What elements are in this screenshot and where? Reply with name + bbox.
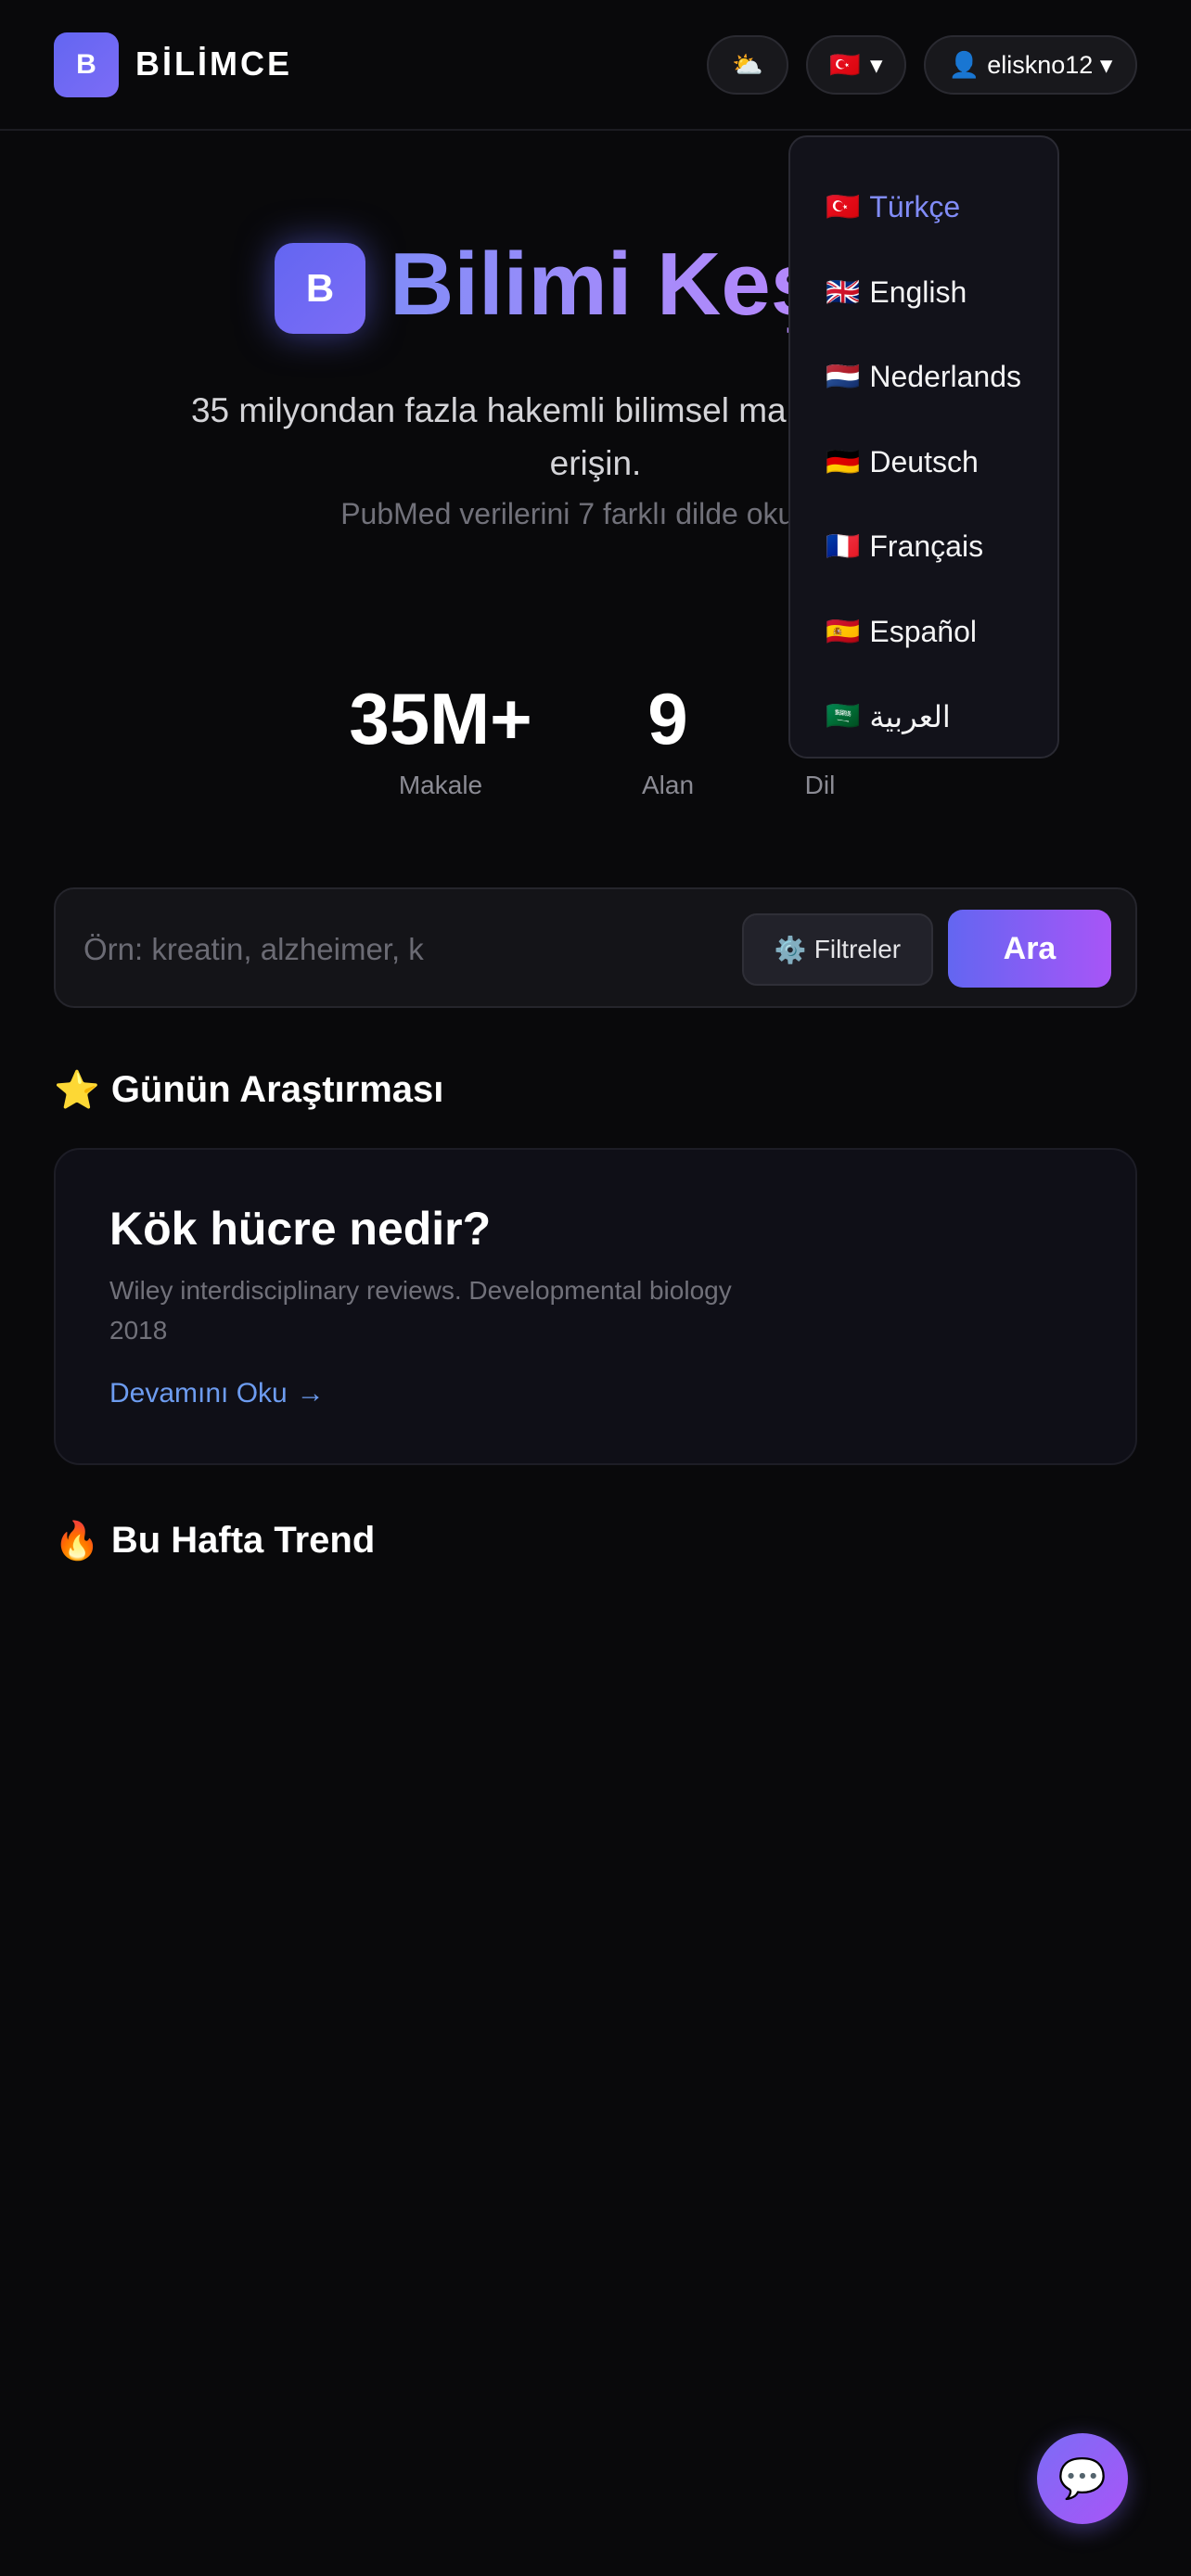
- france-flag-icon: 🇫🇷: [826, 531, 861, 563]
- language-label: Español: [869, 614, 977, 648]
- weather-icon: ⛅: [732, 51, 763, 79]
- turkey-flag-icon: 🇹🇷: [826, 192, 861, 223]
- language-option-es[interactable]: 🇪🇸 Español: [790, 590, 1057, 675]
- search-bar: ⚙️ Filtreler Ara: [54, 887, 1137, 1008]
- article-meta: Wiley interdisciplinary reviews. Develop…: [109, 1270, 814, 1350]
- language-dropdown: 🇹🇷 Türkçe 🇬🇧 English 🇳🇱 Nederlands 🇩🇪 De…: [788, 135, 1059, 759]
- language-label: Türkçe: [869, 190, 961, 224]
- stat-label: Dil: [804, 771, 836, 799]
- language-option-fr[interactable]: 🇫🇷 Français: [790, 504, 1057, 590]
- netherlands-flag-icon: 🇳🇱: [826, 362, 861, 393]
- language-option-en[interactable]: 🇬🇧 English: [790, 250, 1057, 336]
- uk-flag-icon: 🇬🇧: [826, 276, 861, 308]
- page: B BİLİMCE ⛅ 🇹🇷 ▾ 👤 eliskno12 ▾ B Bilimi …: [0, 0, 1191, 2576]
- stat-value: 9: [647, 678, 688, 759]
- search-input[interactable]: [83, 917, 770, 982]
- filters-button[interactable]: ⚙️ Filtreler: [742, 913, 933, 986]
- stat-value: 35M+: [349, 678, 532, 759]
- logo-icon[interactable]: B: [54, 32, 119, 97]
- theme-toggle-button[interactable]: ⛅: [707, 35, 788, 95]
- trending-label: Bu Hafta Trend: [110, 1520, 376, 1561]
- daily-research-label: Günün Araştırması: [110, 1069, 444, 1110]
- daily-research-card[interactable]: Kök hücre nedir? Wiley interdisciplinary…: [54, 1148, 1137, 1465]
- language-selector-button[interactable]: 🇹🇷 ▾: [806, 35, 906, 95]
- filters-label: Filtreler: [813, 935, 902, 963]
- article-title: Kök hücre nedir?: [109, 1203, 492, 1255]
- language-option-tr[interactable]: 🇹🇷 Türkçe: [790, 165, 1057, 250]
- brand-name[interactable]: BİLİMCE: [135, 45, 292, 83]
- search-button[interactable]: Ara: [948, 910, 1111, 988]
- saudi-flag-icon: 🇸🇦: [826, 701, 861, 733]
- hero-logo-icon: B: [275, 243, 365, 334]
- turkey-flag-icon: 🇹🇷: [829, 51, 862, 79]
- article-journal: Wiley interdisciplinary reviews. Develop…: [109, 1276, 732, 1305]
- gear-icon: ⚙️: [774, 935, 807, 964]
- arrow-right-icon: →: [296, 1378, 325, 1409]
- language-option-de[interactable]: 🇩🇪 Deutsch: [790, 420, 1057, 505]
- language-label: العربية: [869, 699, 951, 733]
- user-menu-button[interactable]: 👤 eliskno12 ▾: [924, 35, 1137, 95]
- top-header: B BİLİMCE ⛅ 🇹🇷 ▾ 👤 eliskno12 ▾: [0, 0, 1191, 131]
- trending-heading: 🔥 Bu Hafta Trend: [54, 1519, 375, 1562]
- language-label: English: [869, 274, 967, 309]
- language-label: Nederlands: [869, 360, 1022, 394]
- stat-label: Makale: [398, 771, 483, 799]
- language-option-ar[interactable]: 🇸🇦 العربية: [790, 674, 1057, 759]
- star-icon: ⭐: [54, 1070, 100, 1111]
- daily-research-heading: ⭐ Günün Araştırması: [54, 1068, 443, 1112]
- germany-flag-icon: 🇩🇪: [826, 446, 861, 478]
- chat-bubble-icon: 💬: [1057, 2455, 1108, 2500]
- user-icon: 👤: [948, 51, 980, 79]
- stat-label: Alan: [641, 771, 695, 799]
- read-more-link[interactable]: Devamını Oku →: [109, 1378, 325, 1409]
- language-label: Français: [869, 529, 984, 564]
- username-label: eliskno12 ▾: [987, 50, 1113, 79]
- read-more-label: Devamını Oku: [109, 1378, 288, 1409]
- language-option-nl[interactable]: 🇳🇱 Nederlands: [790, 335, 1057, 420]
- spain-flag-icon: 🇪🇸: [826, 616, 861, 647]
- stat-fields: 9 Alan: [594, 677, 742, 800]
- language-label: Deutsch: [869, 444, 979, 478]
- stat-articles: 35M+ Makale: [334, 677, 547, 800]
- chevron-down-icon: ▾: [870, 50, 883, 79]
- fire-icon: 🔥: [54, 1521, 100, 1562]
- chat-button[interactable]: 💬: [1037, 2433, 1128, 2524]
- article-year: 2018: [109, 1316, 168, 1345]
